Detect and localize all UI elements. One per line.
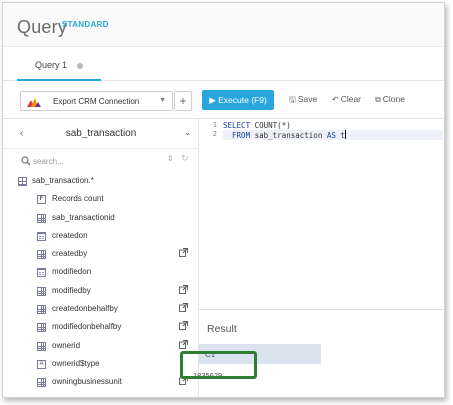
- tree-item-sab-transactionid[interactable]: sab_transactionid: [3, 210, 199, 228]
- refresh-icon[interactable]: ↻: [181, 153, 189, 164]
- field-label: ownerid: [52, 340, 81, 350]
- clone-button[interactable]: ⧉ Clone: [375, 94, 405, 105]
- tree-item-ownerid[interactable]: ownerid: [3, 338, 199, 356]
- app-header: Query STANDARD: [3, 3, 444, 47]
- sql-editor[interactable]: 1 2 SELECT COUNT(*) FROM sab_transaction…: [199, 119, 444, 309]
- external-link-icon[interactable]: [179, 248, 188, 258]
- field-label: sab_transactionid: [52, 212, 115, 222]
- external-link-icon[interactable]: [179, 284, 188, 294]
- clear-button[interactable]: ↶ Clear: [332, 94, 361, 104]
- column-icon: [37, 286, 46, 296]
- connection-select[interactable]: Export CRM Connection ▼: [20, 91, 173, 111]
- tree-item-table-all[interactable]: sab_transaction.*: [3, 173, 199, 191]
- add-connection-button[interactable]: +: [174, 91, 192, 111]
- clone-label: Clone: [382, 94, 405, 104]
- tree-item-modifiedon[interactable]: modifiedon: [3, 264, 199, 282]
- table-browser: ‹ sab_transaction ⌄ ⇕ ↻ sab_transaction.…: [3, 119, 199, 397]
- field-search: ⇕ ↻: [3, 149, 199, 173]
- field-label: Records count: [52, 194, 104, 204]
- sql-text: sab_transaction: [250, 131, 327, 140]
- chevron-down-icon: ▼: [159, 97, 166, 104]
- function-icon: F: [37, 195, 46, 205]
- table-selector: ‹ sab_transaction ⌄: [3, 119, 199, 149]
- field-label: createdon: [52, 230, 88, 240]
- field-label: createdonbehalfby: [52, 304, 118, 314]
- sql-keyword: FROM: [223, 131, 251, 140]
- app-window: Query STANDARD Query 1 Export CRM Connec…: [2, 2, 445, 398]
- save-icon: 🖫: [289, 95, 296, 104]
- code-line-2: FROM sab_transaction AS t: [223, 130, 443, 140]
- tree-item-createdon[interactable]: createdon: [3, 228, 199, 246]
- field-label: modifiedby: [52, 285, 91, 295]
- save-button[interactable]: 🖫 Save: [289, 94, 317, 108]
- sql-text: COUNT(*): [250, 121, 291, 130]
- sql-keyword: SELECT: [223, 121, 251, 130]
- results-title: Result: [207, 323, 237, 335]
- column-icon: [37, 213, 46, 223]
- sort-icon[interactable]: ⇕: [167, 154, 174, 163]
- table-dropdown-button[interactable]: ⌄: [184, 128, 191, 137]
- calendar-icon: [37, 231, 46, 241]
- tree-item-records-count[interactable]: F Records count: [3, 191, 199, 209]
- tab-bar: Query 1: [3, 47, 444, 81]
- external-link-icon[interactable]: [179, 339, 188, 349]
- line-gutter: 1 2: [199, 119, 221, 309]
- field-list: sab_transaction.* F Records count sab_tr…: [3, 173, 199, 393]
- text-icon: A: [37, 359, 46, 369]
- field-label: owningbusinessunit: [52, 377, 122, 387]
- tab-label: Query 1: [35, 60, 68, 70]
- highlight-annotation: [180, 351, 257, 379]
- execute-button[interactable]: ▶ Execute (F9): [202, 90, 274, 110]
- play-icon: ▶: [209, 95, 216, 105]
- calendar-icon: [37, 268, 46, 278]
- field-label: sab_transaction.*: [32, 176, 94, 185]
- column-icon: [37, 341, 46, 351]
- connection-label: Export CRM Connection: [53, 97, 140, 106]
- tab-query-1[interactable]: Query 1: [17, 47, 101, 81]
- line-number: 2: [212, 130, 217, 138]
- table-name[interactable]: sab_transaction: [3, 128, 199, 139]
- edition-badge: STANDARD: [62, 20, 109, 29]
- copy-icon: ⧉: [375, 95, 381, 104]
- line-number: 1: [212, 121, 217, 129]
- search-input[interactable]: [33, 153, 143, 169]
- sql-keyword: AS: [326, 131, 336, 140]
- save-label: Save: [297, 94, 318, 104]
- unsaved-dot-icon: [77, 63, 83, 69]
- external-link-icon[interactable]: [179, 303, 188, 313]
- toolbar: Export CRM Connection ▼ + ▶ Execute (F9)…: [3, 81, 444, 119]
- tree-item-modifiedonbehalfby[interactable]: modifiedonbehalfby: [3, 319, 199, 337]
- column-icon: [37, 250, 46, 260]
- tree-item-ownerid-type[interactable]: A ownerid$type: [3, 356, 199, 374]
- undo-icon: ↶: [332, 95, 339, 104]
- execute-label: Execute (F9): [218, 95, 267, 105]
- crm-logo-icon: [27, 98, 41, 107]
- field-label: ownerid$type: [52, 358, 100, 368]
- column-icon: [37, 378, 46, 388]
- field-label: modifiedonbehalfby: [52, 322, 122, 332]
- column-icon: [37, 323, 46, 333]
- tree-item-createdby[interactable]: createdby: [3, 246, 199, 264]
- code-line-1: SELECT COUNT(*): [223, 121, 291, 130]
- external-link-icon[interactable]: [179, 321, 188, 331]
- clear-label: Clear: [340, 94, 362, 104]
- text-cursor: [344, 130, 346, 139]
- field-label: createdby: [52, 249, 88, 259]
- table-icon: [18, 177, 27, 186]
- app-title: Query: [17, 17, 68, 37]
- tree-item-createdonbehalfby[interactable]: createdonbehalfby: [3, 301, 199, 319]
- field-label: modifiedon: [52, 267, 92, 277]
- column-icon: [37, 305, 46, 315]
- tree-item-owningbusinessunit[interactable]: owningbusinessunit: [3, 374, 199, 392]
- tree-item-modifiedby[interactable]: modifiedby: [3, 283, 199, 301]
- search-icon: [21, 156, 31, 166]
- sql-text: t: [335, 131, 345, 140]
